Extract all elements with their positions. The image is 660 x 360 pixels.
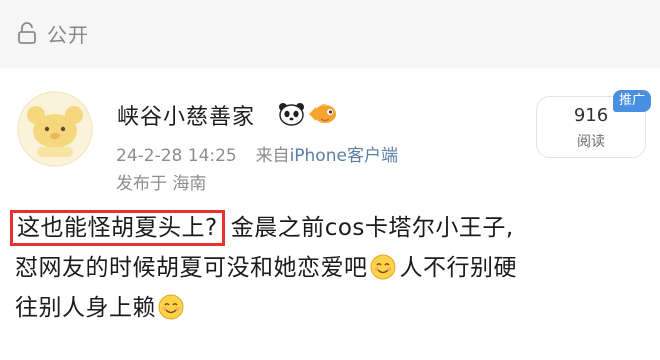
- promote-badge[interactable]: 推广: [613, 90, 652, 112]
- lock-icon: [18, 22, 36, 44]
- source-link[interactable]: iPhone客户端: [290, 146, 398, 166]
- post-body: 这也能怪胡夏头上? 金晨之前cos卡塔尔小王子, 怼网友的时候胡夏可没和她恋爱吧 …: [10, 208, 655, 328]
- post-text-line2: 怼网友的时候胡夏可没和她恋爱吧: [15, 255, 368, 281]
- user-name[interactable]: 峡谷小慈善家: [117, 99, 255, 131]
- visibility-label: 公开: [47, 22, 89, 47]
- post-location: 发布于 海南: [116, 174, 207, 194]
- avatar[interactable]: [17, 91, 93, 167]
- visibility-indicator[interactable]: 公开: [17, 18, 89, 48]
- post-meta: 24-2-28 14:25 来自iPhone客户端: [116, 141, 398, 166]
- smiling-face-icon: [370, 254, 395, 280]
- post-text-line1: 金晨之前cos卡塔尔小王子,: [230, 215, 514, 241]
- post-date: 24-2-28 14:25: [116, 146, 237, 166]
- post-text-line2-end: 人不行别硬: [399, 255, 517, 281]
- panda-emoji-icon: [279, 103, 304, 126]
- bear-avatar-icon: [17, 91, 93, 167]
- smiling-face-icon: [158, 294, 184, 320]
- post-card: 峡谷小慈善家 24-2-28 14:25 来自iPhone客户端 发布于 海南 …: [0, 68, 660, 360]
- post-text-line3: 往别人身上赖: [15, 295, 156, 321]
- source-prefix: 来自: [255, 146, 290, 166]
- visibility-bar: 公开: [0, 0, 660, 68]
- fish-emoji-icon: [309, 104, 336, 123]
- read-label: 阅读: [577, 134, 605, 150]
- highlighted-text: 这也能怪胡夏头上?: [10, 210, 225, 246]
